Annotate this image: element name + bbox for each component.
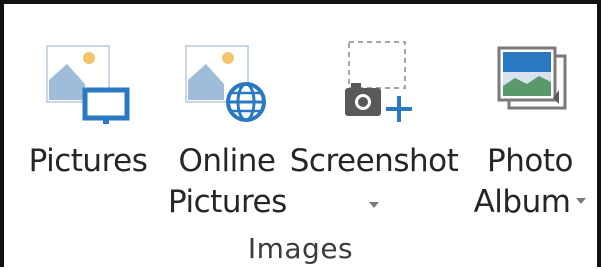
photo-album-label-line1: Photo: [487, 143, 573, 179]
group-label: Images: [247, 232, 354, 265]
photo-album-button[interactable]: Photo Album: [465, 8, 595, 226]
online-pictures-icon: [185, 45, 266, 122]
images-ribbon-group: Pictures Online Pictures Screenshot Phot…: [0, 0, 601, 267]
screenshot-icon: [345, 41, 412, 122]
photo-album-label-text: Album: [473, 184, 571, 220]
pictures-label: Pictures: [28, 143, 148, 179]
photo-album-label-line2: Album: [465, 182, 595, 222]
online-pictures-label-line1: Online: [178, 143, 277, 179]
online-pictures-label-line2: Pictures: [168, 184, 287, 220]
screenshot-dropdown-arrow-icon[interactable]: [369, 202, 379, 208]
screenshot-label: Screenshot: [289, 143, 459, 179]
photo-album-dropdown-arrow-icon[interactable]: [576, 197, 587, 204]
online-pictures-button[interactable]: Online Pictures: [168, 8, 287, 226]
pictures-button[interactable]: Pictures: [26, 8, 150, 226]
screenshot-button[interactable]: Screenshot: [289, 8, 459, 226]
photo-album-icon: [497, 46, 567, 110]
pictures-icon: [46, 45, 130, 124]
